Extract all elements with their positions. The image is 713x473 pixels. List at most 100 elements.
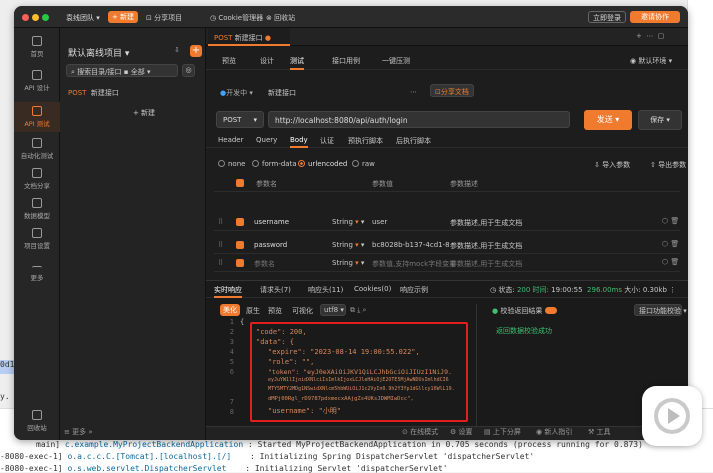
view-visual[interactable]: 可视化 bbox=[292, 306, 313, 316]
subtab-design[interactable]: 设计 bbox=[260, 56, 274, 66]
resp-tab-cookies[interactable]: Cookies(0) bbox=[354, 285, 391, 293]
table-row[interactable]: ⠿ 参数名 String ▾ ▾ 参数值,支持mock字段变量 参数描述,用于生… bbox=[214, 254, 680, 272]
minimize-dot[interactable] bbox=[32, 14, 39, 21]
param-desc[interactable]: 参数描述,用于生成文档 bbox=[450, 241, 522, 251]
param-value[interactable]: 参数值,支持mock字段变量 bbox=[372, 259, 456, 269]
subtab-cases[interactable]: 接口用例 bbox=[332, 56, 360, 66]
sidebar-item-docs[interactable]: 文档分享 bbox=[14, 168, 60, 190]
close-dot[interactable] bbox=[22, 14, 29, 21]
drag-handle-icon[interactable]: ⠿ bbox=[218, 259, 223, 267]
tab-body[interactable]: Body bbox=[290, 134, 308, 148]
tree-new-button[interactable]: + 新建 bbox=[114, 108, 174, 118]
view-preview[interactable]: 预览 bbox=[268, 306, 282, 316]
drag-handle-icon[interactable]: ⠿ bbox=[218, 241, 223, 249]
import-params-button[interactable]: ⇩ 导入参数 bbox=[594, 160, 630, 170]
sidebar-item-more[interactable]: 更多 bbox=[14, 262, 60, 282]
sidebar-item-home[interactable]: 首页 bbox=[14, 36, 60, 58]
row-checkbox[interactable] bbox=[236, 259, 244, 267]
sidebar-trash[interactable]: 回收站 bbox=[14, 410, 60, 432]
resp-tab-resp-headers[interactable]: 响应头(11) bbox=[308, 285, 343, 295]
resp-tab-example[interactable]: 响应示例 bbox=[400, 285, 428, 295]
method-select[interactable]: POST ▾ bbox=[216, 111, 264, 128]
maximize-dot[interactable] bbox=[42, 14, 49, 21]
play-button[interactable] bbox=[642, 386, 702, 446]
row-checkbox[interactable] bbox=[236, 218, 244, 226]
assert-toggle[interactable]: ● 校验返回结果 bbox=[492, 306, 557, 316]
more-icon[interactable]: ⋯ bbox=[410, 88, 417, 96]
param-name[interactable]: username bbox=[254, 218, 289, 226]
param-value[interactable]: bc8028b-b137-4cd1-8 bbox=[372, 241, 450, 249]
body-type-urlencoded[interactable]: urlencoded bbox=[298, 160, 347, 168]
sidebar-item-settings[interactable]: 项目设置 bbox=[14, 228, 60, 250]
subtab-preview[interactable]: 预览 bbox=[222, 56, 236, 66]
tab-pre-script[interactable]: 预执行脚本 bbox=[348, 136, 383, 146]
body-type-raw[interactable]: raw bbox=[352, 160, 375, 168]
row-checkbox[interactable] bbox=[236, 241, 244, 249]
param-type[interactable]: String ▾ ▾ bbox=[332, 218, 364, 226]
row-actions-icon[interactable]: ⬡ 🗑 bbox=[662, 258, 679, 266]
resp-tab-live[interactable]: 实时响应 bbox=[214, 280, 242, 298]
view-beautify[interactable]: 美化 bbox=[220, 304, 240, 316]
sidebar-item-models[interactable]: 数据模型 bbox=[14, 198, 60, 220]
env-select[interactable]: ◉ 默认环境 ▾ bbox=[630, 56, 672, 66]
export-params-button[interactable]: ⇧ 导出参数 bbox=[650, 160, 686, 170]
footer-split[interactable]: ▤ 上下分屏 bbox=[484, 427, 521, 437]
sidebar-item-api-test[interactable]: API 测试 bbox=[14, 102, 60, 132]
subtab-test[interactable]: 测试 bbox=[290, 52, 304, 70]
tab-header[interactable]: Header bbox=[218, 136, 244, 144]
save-button[interactable]: 保存 ▾ bbox=[638, 110, 682, 130]
param-desc[interactable]: 参数描述,用于生成文档 bbox=[450, 218, 522, 228]
table-row[interactable]: ⠿ username String ▾ ▾ user 参数描述,用于生成文档 ⬡… bbox=[214, 213, 680, 231]
tree-item[interactable]: POST 新建接口 bbox=[68, 88, 119, 98]
footer-more[interactable]: ≡ 更多 » bbox=[64, 427, 93, 437]
url-input[interactable]: http://localhost:8080/api/auth/login bbox=[268, 111, 570, 128]
assert-select[interactable]: 接口功能校验 ▾ bbox=[634, 304, 687, 316]
send-button[interactable]: 发送 ▾ bbox=[584, 110, 632, 130]
request-name[interactable]: 新建接口 bbox=[268, 88, 296, 98]
share-doc-button[interactable]: ⊡分享文档 bbox=[430, 84, 474, 97]
tab-query[interactable]: Query bbox=[256, 136, 277, 144]
locate-icon[interactable]: ◎ bbox=[182, 64, 195, 77]
footer-tools[interactable]: ⚒ 工具 bbox=[588, 427, 611, 437]
drag-handle-icon[interactable]: ⠿ bbox=[218, 218, 223, 226]
add-icon[interactable]: + bbox=[190, 45, 202, 57]
env-tag[interactable]: ●开发中 ▾ bbox=[220, 88, 253, 98]
subtab-stress[interactable]: 一键压测 bbox=[382, 56, 410, 66]
tab-post-script[interactable]: 后执行脚本 bbox=[396, 136, 431, 146]
trash-button[interactable]: ⊗ 回收站 bbox=[266, 13, 295, 23]
encoding-select[interactable]: utf8 ▾ bbox=[320, 304, 346, 316]
team-selector[interactable]: 袁线团队 ▾ bbox=[66, 13, 100, 23]
footer-guide[interactable]: ◉ 新人指引 bbox=[536, 427, 572, 437]
import-icon[interactable]: ⇩ bbox=[174, 46, 180, 54]
tab-actions[interactable]: + ⋯ ▢ bbox=[636, 32, 664, 40]
table-row[interactable]: ⠿ password String ▾ ▾ bc8028b-b137-4cd1-… bbox=[214, 236, 680, 254]
param-type[interactable]: String ▾ ▾ bbox=[332, 259, 364, 267]
param-value[interactable]: user bbox=[372, 218, 387, 226]
footer-settings[interactable]: ⚙ 设置 bbox=[450, 427, 473, 437]
share-project-button[interactable]: ⊡ 分享项目 bbox=[146, 13, 182, 23]
sidebar-item-automation[interactable]: 自动化测试 bbox=[14, 138, 60, 160]
body-type-form-data[interactable]: form-data bbox=[252, 160, 297, 168]
select-all-checkbox[interactable] bbox=[236, 179, 244, 187]
row-actions-icon[interactable]: ⬡ 🗑 bbox=[662, 240, 679, 248]
cookie-manager-button[interactable]: ◷ Cookie管理器 bbox=[210, 13, 263, 23]
param-name[interactable]: password bbox=[254, 241, 287, 249]
login-button[interactable]: 立即登录 bbox=[588, 11, 626, 23]
new-button[interactable]: + 新建 bbox=[108, 11, 138, 23]
body-type-none[interactable]: none bbox=[218, 160, 245, 168]
model-icon bbox=[32, 198, 42, 208]
view-raw[interactable]: 原生 bbox=[246, 306, 260, 316]
project-title[interactable]: 默认离线项目 ▾ bbox=[68, 46, 129, 59]
resp-tab-req-headers[interactable]: 请求头(7) bbox=[260, 285, 291, 295]
invite-button[interactable]: 邀请协作 bbox=[630, 11, 680, 23]
param-name[interactable]: 参数名 bbox=[254, 259, 275, 269]
footer-online[interactable]: ⊙ 在线模式 bbox=[402, 427, 438, 437]
param-desc[interactable]: 参数描述,用于生成文档 bbox=[450, 259, 522, 269]
tab-request[interactable]: POST 新建接口 ● bbox=[208, 28, 290, 46]
copy-icon[interactable]: ⧉ ⤓ ⌕ bbox=[350, 306, 366, 315]
row-actions-icon[interactable]: ⬡ 🗑 bbox=[662, 217, 679, 225]
search-input[interactable]: ⌕ 搜索目录/接口 ▪ 全部 ▾ bbox=[66, 64, 178, 77]
sidebar-item-api-design[interactable]: API 设计 bbox=[14, 70, 60, 92]
param-type[interactable]: String ▾ ▾ bbox=[332, 241, 364, 249]
tab-auth[interactable]: 认证 bbox=[320, 136, 334, 146]
